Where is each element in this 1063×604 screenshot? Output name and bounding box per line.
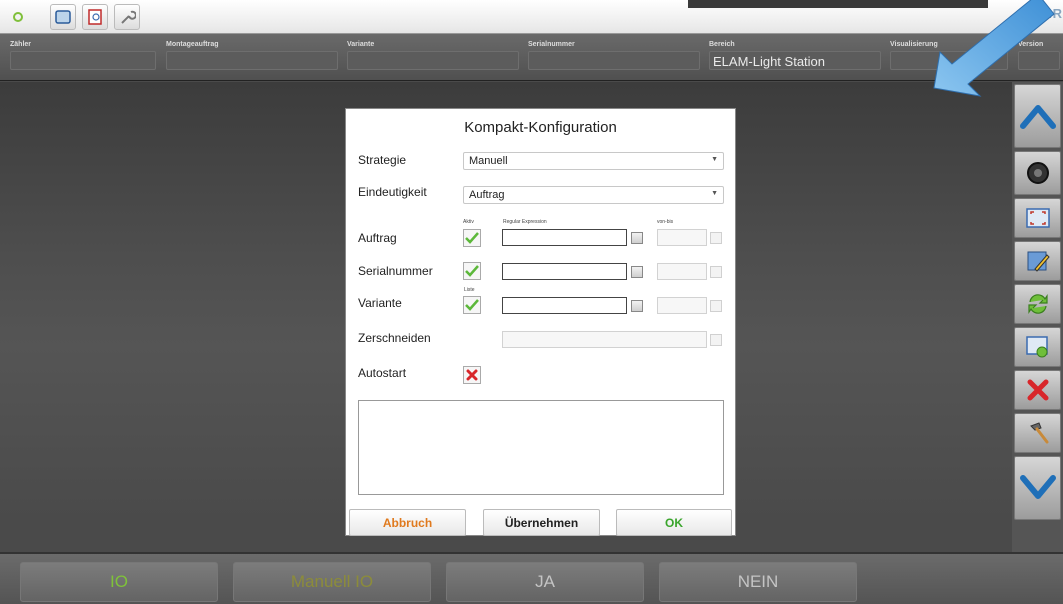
strategie-select[interactable]: Manuell ▼	[463, 152, 724, 170]
info-label: Bereich	[709, 41, 735, 48]
auftrag-checkbox[interactable]	[463, 229, 481, 247]
serialnummer-regex-input[interactable]	[502, 263, 627, 280]
uebernehmen-button[interactable]: Übernehmen	[483, 509, 600, 536]
right-sidebar	[1012, 82, 1063, 552]
wrench-icon[interactable]	[114, 4, 140, 30]
info-value	[890, 51, 1008, 70]
serialnummer-regex-button[interactable]	[631, 266, 643, 278]
info-value	[10, 51, 156, 70]
info-label: Zähler	[10, 41, 32, 48]
serialnummer-label: Serialnummer	[358, 264, 433, 278]
zerschneiden-label: Zerschneiden	[358, 331, 431, 345]
serialnummer-vonbis-button[interactable]	[710, 266, 722, 278]
fullscreen-icon[interactable]	[1014, 198, 1061, 238]
dialog-title: Kompakt-Konfiguration	[464, 119, 617, 136]
log-textarea[interactable]	[358, 400, 724, 495]
auftrag-regex-input[interactable]	[502, 229, 627, 246]
green-circle-icon[interactable]	[5, 4, 31, 30]
auftrag-regex-button[interactable]	[631, 232, 643, 244]
logo: TWAR	[1020, 6, 1063, 21]
autostart-checkbox[interactable]	[463, 366, 481, 384]
info-value	[1018, 51, 1060, 70]
aktiv-column-header: Aktiv	[463, 219, 474, 225]
info-value	[528, 51, 700, 70]
red-x-icon[interactable]	[1014, 370, 1061, 410]
green-check-icon	[465, 265, 479, 277]
frame-icon[interactable]	[50, 4, 76, 30]
variante-label: Variante	[358, 296, 402, 310]
strategie-label: Strategie	[358, 153, 407, 167]
hammer-icon[interactable]	[1014, 413, 1061, 453]
green-check-icon	[465, 299, 479, 311]
variante-checkbox[interactable]	[463, 296, 481, 314]
vonbis-column-header: von-bis	[657, 219, 674, 225]
green-check-icon	[465, 232, 479, 244]
dropdown-caret-icon: ▼	[711, 156, 718, 163]
strategie-value: Manuell	[469, 155, 508, 167]
serialnummer-checkbox[interactable]	[463, 262, 481, 280]
eindeutigkeit-select[interactable]: Auftrag ▼	[463, 186, 724, 204]
auftrag-vonbis-input[interactable]	[657, 229, 707, 246]
info-value: ELAM-Light Station	[709, 51, 881, 70]
info-label: Serialnummer	[528, 41, 575, 48]
top-toolbar: TWAR	[0, 0, 1063, 34]
zerschneiden-button[interactable]	[710, 334, 722, 346]
variante-vonbis-button[interactable]	[710, 300, 722, 312]
window-tab-strip	[688, 0, 988, 8]
variante-regex-input[interactable]	[502, 297, 627, 314]
eindeutigkeit-label: Eindeutigkeit	[358, 185, 427, 199]
liste-column-header: Liste	[464, 287, 475, 293]
info-label: Montageauftrag	[166, 41, 219, 48]
ja-button[interactable]: JA	[446, 562, 644, 602]
variante-regex-button[interactable]	[631, 300, 643, 312]
variante-vonbis-input[interactable]	[657, 297, 707, 314]
info-header: Zähler Montageauftrag Variante Serialnum…	[0, 34, 1063, 81]
autostart-label: Autostart	[358, 366, 407, 380]
abbruch-button[interactable]: Abbruch	[349, 509, 466, 536]
info-label: Visualisierung	[890, 41, 938, 48]
camera-lens-icon[interactable]	[1014, 151, 1061, 195]
refresh-icon[interactable]	[1014, 284, 1061, 324]
chevron-up-icon[interactable]	[1014, 84, 1061, 148]
red-x-icon	[466, 369, 478, 381]
info-value	[347, 51, 519, 70]
edit-document-icon[interactable]	[1014, 241, 1061, 281]
window-refresh-icon[interactable]	[1014, 327, 1061, 367]
regex-column-header: Regular Expression	[503, 219, 547, 225]
ok-button[interactable]: OK	[616, 509, 732, 536]
manuell-io-button[interactable]: Manuell IO	[233, 562, 431, 602]
bottom-bar: IO Manuell IO JA NEIN	[0, 552, 1063, 604]
info-label: Version	[1018, 41, 1044, 48]
auftrag-vonbis-button[interactable]	[710, 232, 722, 244]
io-button[interactable]: IO	[20, 562, 218, 602]
info-label: Variante	[347, 41, 375, 48]
kompakt-konfiguration-dialog: Kompakt-Konfiguration Strategie Manuell …	[345, 108, 736, 536]
info-value	[166, 51, 338, 70]
nein-button[interactable]: NEIN	[659, 562, 857, 602]
zerschneiden-input[interactable]	[502, 331, 707, 348]
chevron-down-icon[interactable]	[1014, 456, 1061, 520]
serialnummer-vonbis-input[interactable]	[657, 263, 707, 280]
book-icon[interactable]	[82, 4, 108, 30]
eindeutigkeit-value: Auftrag	[469, 189, 505, 201]
auftrag-label: Auftrag	[358, 231, 397, 245]
dropdown-caret-icon: ▼	[711, 190, 718, 197]
